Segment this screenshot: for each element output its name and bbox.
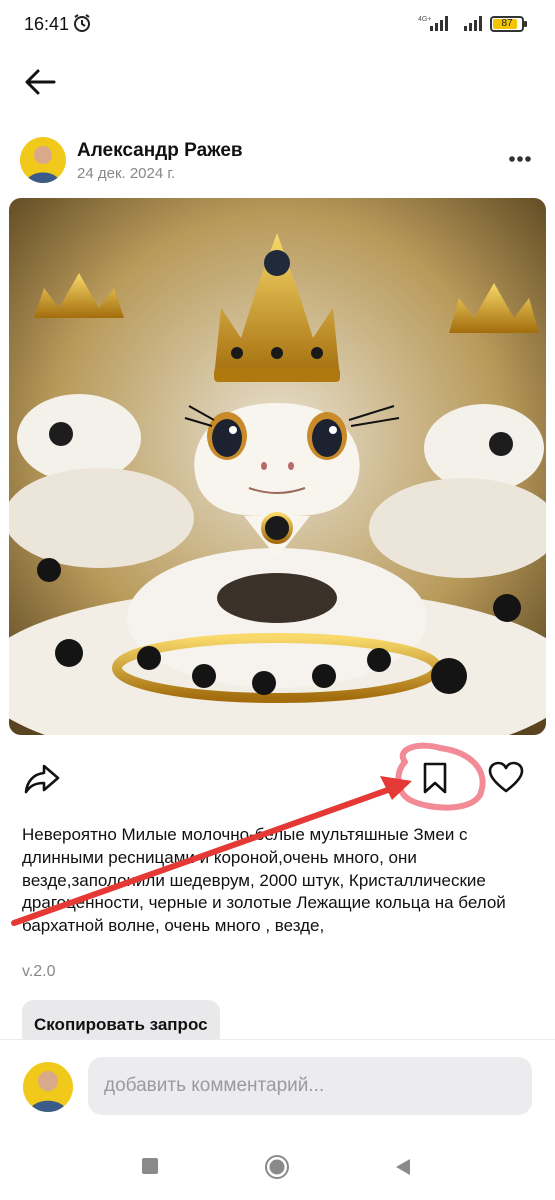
alarm-clock-icon xyxy=(72,13,92,38)
author-avatar[interactable] xyxy=(20,137,66,183)
bookmark-button[interactable] xyxy=(418,758,452,798)
triangle-back-icon xyxy=(396,1159,410,1175)
system-back-button[interactable] xyxy=(394,1157,412,1177)
arrow-left-icon xyxy=(25,69,56,95)
status-time: 16:41 xyxy=(24,14,70,34)
post-date: 24 дек. 2024 г. xyxy=(77,165,176,182)
cell-signal-icon: 4G+ xyxy=(418,16,448,31)
recent-apps-button[interactable] xyxy=(142,1158,158,1174)
like-button[interactable] xyxy=(486,758,526,798)
current-user-avatar xyxy=(23,1062,73,1112)
share-button[interactable] xyxy=(22,758,62,798)
author-name[interactable]: Александр Ражев xyxy=(77,140,243,162)
back-button[interactable] xyxy=(22,62,62,102)
post-description: Невероятно Милые молочно-белые мультяшны… xyxy=(22,825,506,936)
bookmark-icon xyxy=(423,762,447,794)
home-button[interactable] xyxy=(264,1154,290,1180)
more-dots-icon xyxy=(509,156,531,162)
model-version: v.2.0 xyxy=(22,963,56,980)
post-image[interactable] xyxy=(9,198,546,735)
signal-indicators: 4G+ xyxy=(418,14,486,32)
more-options-button[interactable] xyxy=(502,146,538,172)
battery-percent: 87 xyxy=(501,18,513,29)
cell-signal-2-icon xyxy=(464,16,482,31)
svg-text:4G+: 4G+ xyxy=(418,16,431,23)
home-circle-icon xyxy=(265,1155,289,1179)
share-icon xyxy=(24,764,60,794)
heart-icon xyxy=(488,761,524,793)
comment-input[interactable] xyxy=(88,1057,532,1115)
status-bar: 16:41 4G+ 87 xyxy=(0,0,555,50)
battery-icon: 87 xyxy=(490,16,527,32)
